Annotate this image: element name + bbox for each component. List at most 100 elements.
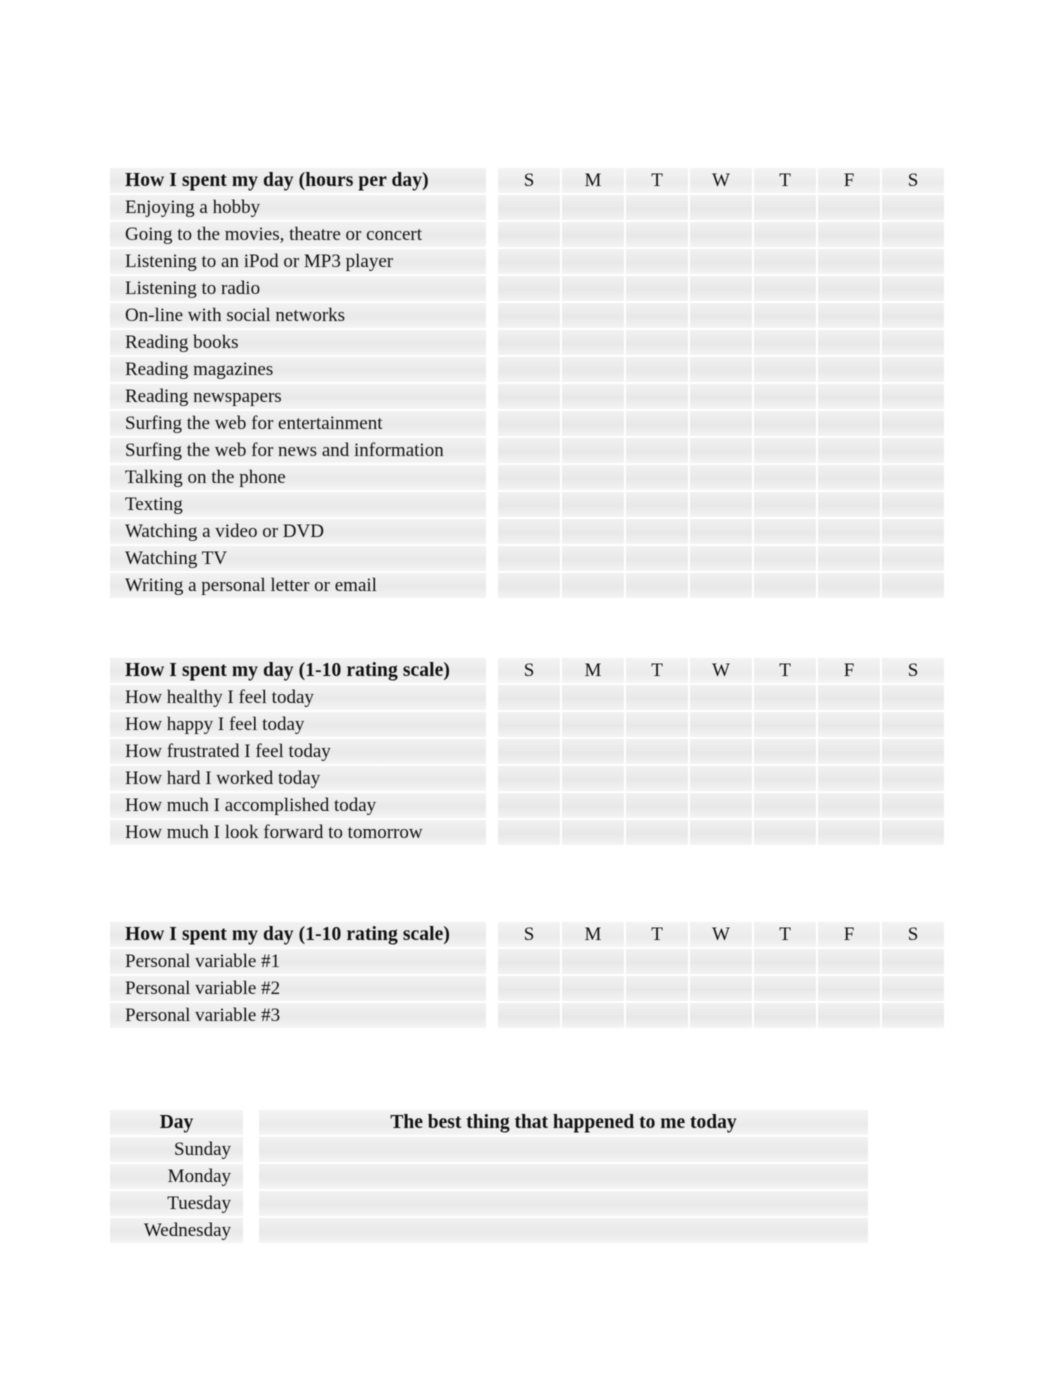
entry-cell[interactable] (882, 411, 946, 438)
entry-cell[interactable] (690, 492, 754, 519)
entry-cell[interactable] (754, 820, 818, 847)
entry-cell[interactable] (882, 222, 946, 249)
entry-cell[interactable] (818, 195, 882, 222)
entry-cell[interactable] (690, 712, 754, 739)
entry-cell[interactable] (626, 195, 690, 222)
entry-cell[interactable] (498, 820, 562, 847)
entry-cell[interactable] (562, 303, 626, 330)
entry-cell[interactable] (818, 519, 882, 546)
entry-cell[interactable] (498, 276, 562, 303)
entry-cell[interactable] (562, 492, 626, 519)
entry-cell[interactable] (626, 766, 690, 793)
entry-cell[interactable] (626, 712, 690, 739)
entry-cell[interactable] (498, 1003, 562, 1030)
entry-cell[interactable] (882, 546, 946, 573)
best-thing-entry-tuesday[interactable] (259, 1191, 870, 1218)
entry-cell[interactable] (754, 739, 818, 766)
entry-cell[interactable] (754, 465, 818, 492)
entry-cell[interactable] (690, 573, 754, 600)
entry-cell[interactable] (818, 820, 882, 847)
entry-cell[interactable] (562, 249, 626, 276)
entry-cell[interactable] (626, 519, 690, 546)
entry-cell[interactable] (818, 766, 882, 793)
entry-cell[interactable] (626, 249, 690, 276)
entry-cell[interactable] (562, 793, 626, 820)
entry-cell[interactable] (882, 739, 946, 766)
entry-cell[interactable] (626, 793, 690, 820)
entry-cell[interactable] (562, 357, 626, 384)
entry-cell[interactable] (626, 330, 690, 357)
entry-cell[interactable] (818, 357, 882, 384)
entry-cell[interactable] (626, 820, 690, 847)
entry-cell[interactable] (562, 330, 626, 357)
entry-cell[interactable] (690, 976, 754, 1003)
entry-cell[interactable] (882, 1003, 946, 1030)
entry-cell[interactable] (754, 438, 818, 465)
entry-cell[interactable] (754, 976, 818, 1003)
entry-cell[interactable] (690, 438, 754, 465)
entry-cell[interactable] (690, 465, 754, 492)
entry-cell[interactable] (690, 303, 754, 330)
entry-cell[interactable] (562, 739, 626, 766)
entry-cell[interactable] (754, 492, 818, 519)
entry-cell[interactable] (562, 438, 626, 465)
entry-cell[interactable] (626, 976, 690, 1003)
entry-cell[interactable] (818, 949, 882, 976)
entry-cell[interactable] (754, 685, 818, 712)
entry-cell[interactable] (626, 411, 690, 438)
entry-cell[interactable] (690, 195, 754, 222)
entry-cell[interactable] (626, 438, 690, 465)
entry-cell[interactable] (690, 276, 754, 303)
best-thing-entry-sunday[interactable] (259, 1137, 870, 1164)
entry-cell[interactable] (626, 384, 690, 411)
entry-cell[interactable] (626, 949, 690, 976)
entry-cell[interactable] (818, 739, 882, 766)
entry-cell[interactable] (498, 793, 562, 820)
entry-cell[interactable] (626, 276, 690, 303)
entry-cell[interactable] (882, 492, 946, 519)
entry-cell[interactable] (562, 276, 626, 303)
best-thing-entry-monday[interactable] (259, 1164, 870, 1191)
entry-cell[interactable] (562, 685, 626, 712)
entry-cell[interactable] (818, 976, 882, 1003)
entry-cell[interactable] (882, 465, 946, 492)
entry-cell[interactable] (562, 411, 626, 438)
entry-cell[interactable] (626, 1003, 690, 1030)
entry-cell[interactable] (690, 384, 754, 411)
entry-cell[interactable] (754, 949, 818, 976)
entry-cell[interactable] (626, 357, 690, 384)
entry-cell[interactable] (818, 685, 882, 712)
entry-cell[interactable] (562, 573, 626, 600)
entry-cell[interactable] (882, 712, 946, 739)
entry-cell[interactable] (882, 249, 946, 276)
entry-cell[interactable] (818, 1003, 882, 1030)
entry-cell[interactable] (690, 411, 754, 438)
entry-cell[interactable] (690, 766, 754, 793)
entry-cell[interactable] (498, 195, 562, 222)
entry-cell[interactable] (818, 573, 882, 600)
entry-cell[interactable] (498, 949, 562, 976)
entry-cell[interactable] (882, 330, 946, 357)
entry-cell[interactable] (690, 357, 754, 384)
entry-cell[interactable] (818, 438, 882, 465)
entry-cell[interactable] (690, 739, 754, 766)
entry-cell[interactable] (498, 739, 562, 766)
entry-cell[interactable] (498, 330, 562, 357)
entry-cell[interactable] (882, 685, 946, 712)
entry-cell[interactable] (882, 195, 946, 222)
entry-cell[interactable] (562, 546, 626, 573)
entry-cell[interactable] (754, 712, 818, 739)
entry-cell[interactable] (498, 465, 562, 492)
entry-cell[interactable] (690, 519, 754, 546)
entry-cell[interactable] (690, 685, 754, 712)
entry-cell[interactable] (818, 276, 882, 303)
entry-cell[interactable] (818, 222, 882, 249)
entry-cell[interactable] (754, 330, 818, 357)
entry-cell[interactable] (882, 303, 946, 330)
entry-cell[interactable] (754, 222, 818, 249)
entry-cell[interactable] (882, 976, 946, 1003)
entry-cell[interactable] (562, 820, 626, 847)
entry-cell[interactable] (626, 303, 690, 330)
entry-cell[interactable] (690, 249, 754, 276)
entry-cell[interactable] (498, 357, 562, 384)
